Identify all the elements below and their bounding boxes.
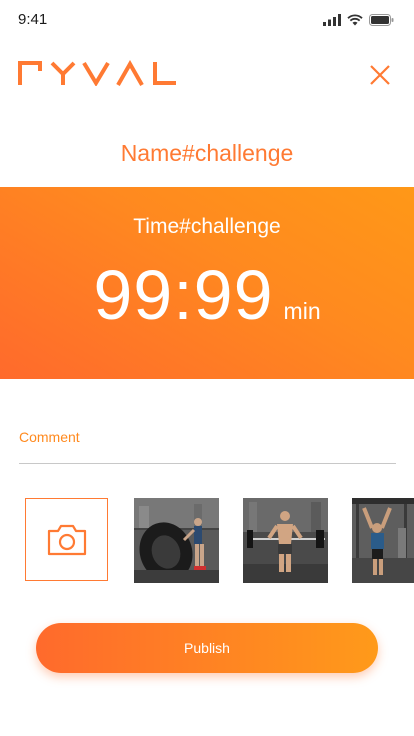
pull-up-photo bbox=[352, 498, 414, 583]
battery-icon bbox=[369, 14, 394, 26]
signal-icon bbox=[323, 14, 341, 26]
status-bar: 9:41 bbox=[0, 0, 414, 40]
challenge-name: Name#challenge bbox=[120, 140, 294, 166]
time-unit: min bbox=[283, 298, 321, 324]
add-photo-button[interactable] bbox=[25, 498, 108, 581]
tire-flip-photo bbox=[134, 498, 219, 583]
photo-thumbnail[interactable] bbox=[134, 498, 219, 583]
time-display: 99:99 min bbox=[0, 255, 414, 335]
comment-underline bbox=[19, 463, 396, 464]
photo-thumbnail[interactable] bbox=[352, 498, 414, 583]
status-icons bbox=[323, 13, 394, 27]
close-icon bbox=[370, 65, 390, 85]
comment-field[interactable]: Comment bbox=[19, 429, 80, 445]
photo-thumbnail[interactable] bbox=[243, 498, 328, 583]
time-value: 99:99 bbox=[93, 256, 274, 334]
publish-button[interactable]: Publish bbox=[36, 623, 378, 673]
ryval-logo bbox=[18, 59, 178, 91]
time-challenge-title: Time#challenge bbox=[133, 215, 281, 238]
status-time: 9:41 bbox=[18, 11, 48, 28]
media-row bbox=[0, 498, 414, 584]
barbell-lift-photo bbox=[243, 498, 328, 583]
wifi-icon bbox=[347, 14, 363, 26]
camera-icon bbox=[47, 524, 86, 555]
challenge-time-banner: Time#challenge 99:99 min bbox=[0, 187, 414, 379]
close-button[interactable] bbox=[368, 63, 392, 87]
